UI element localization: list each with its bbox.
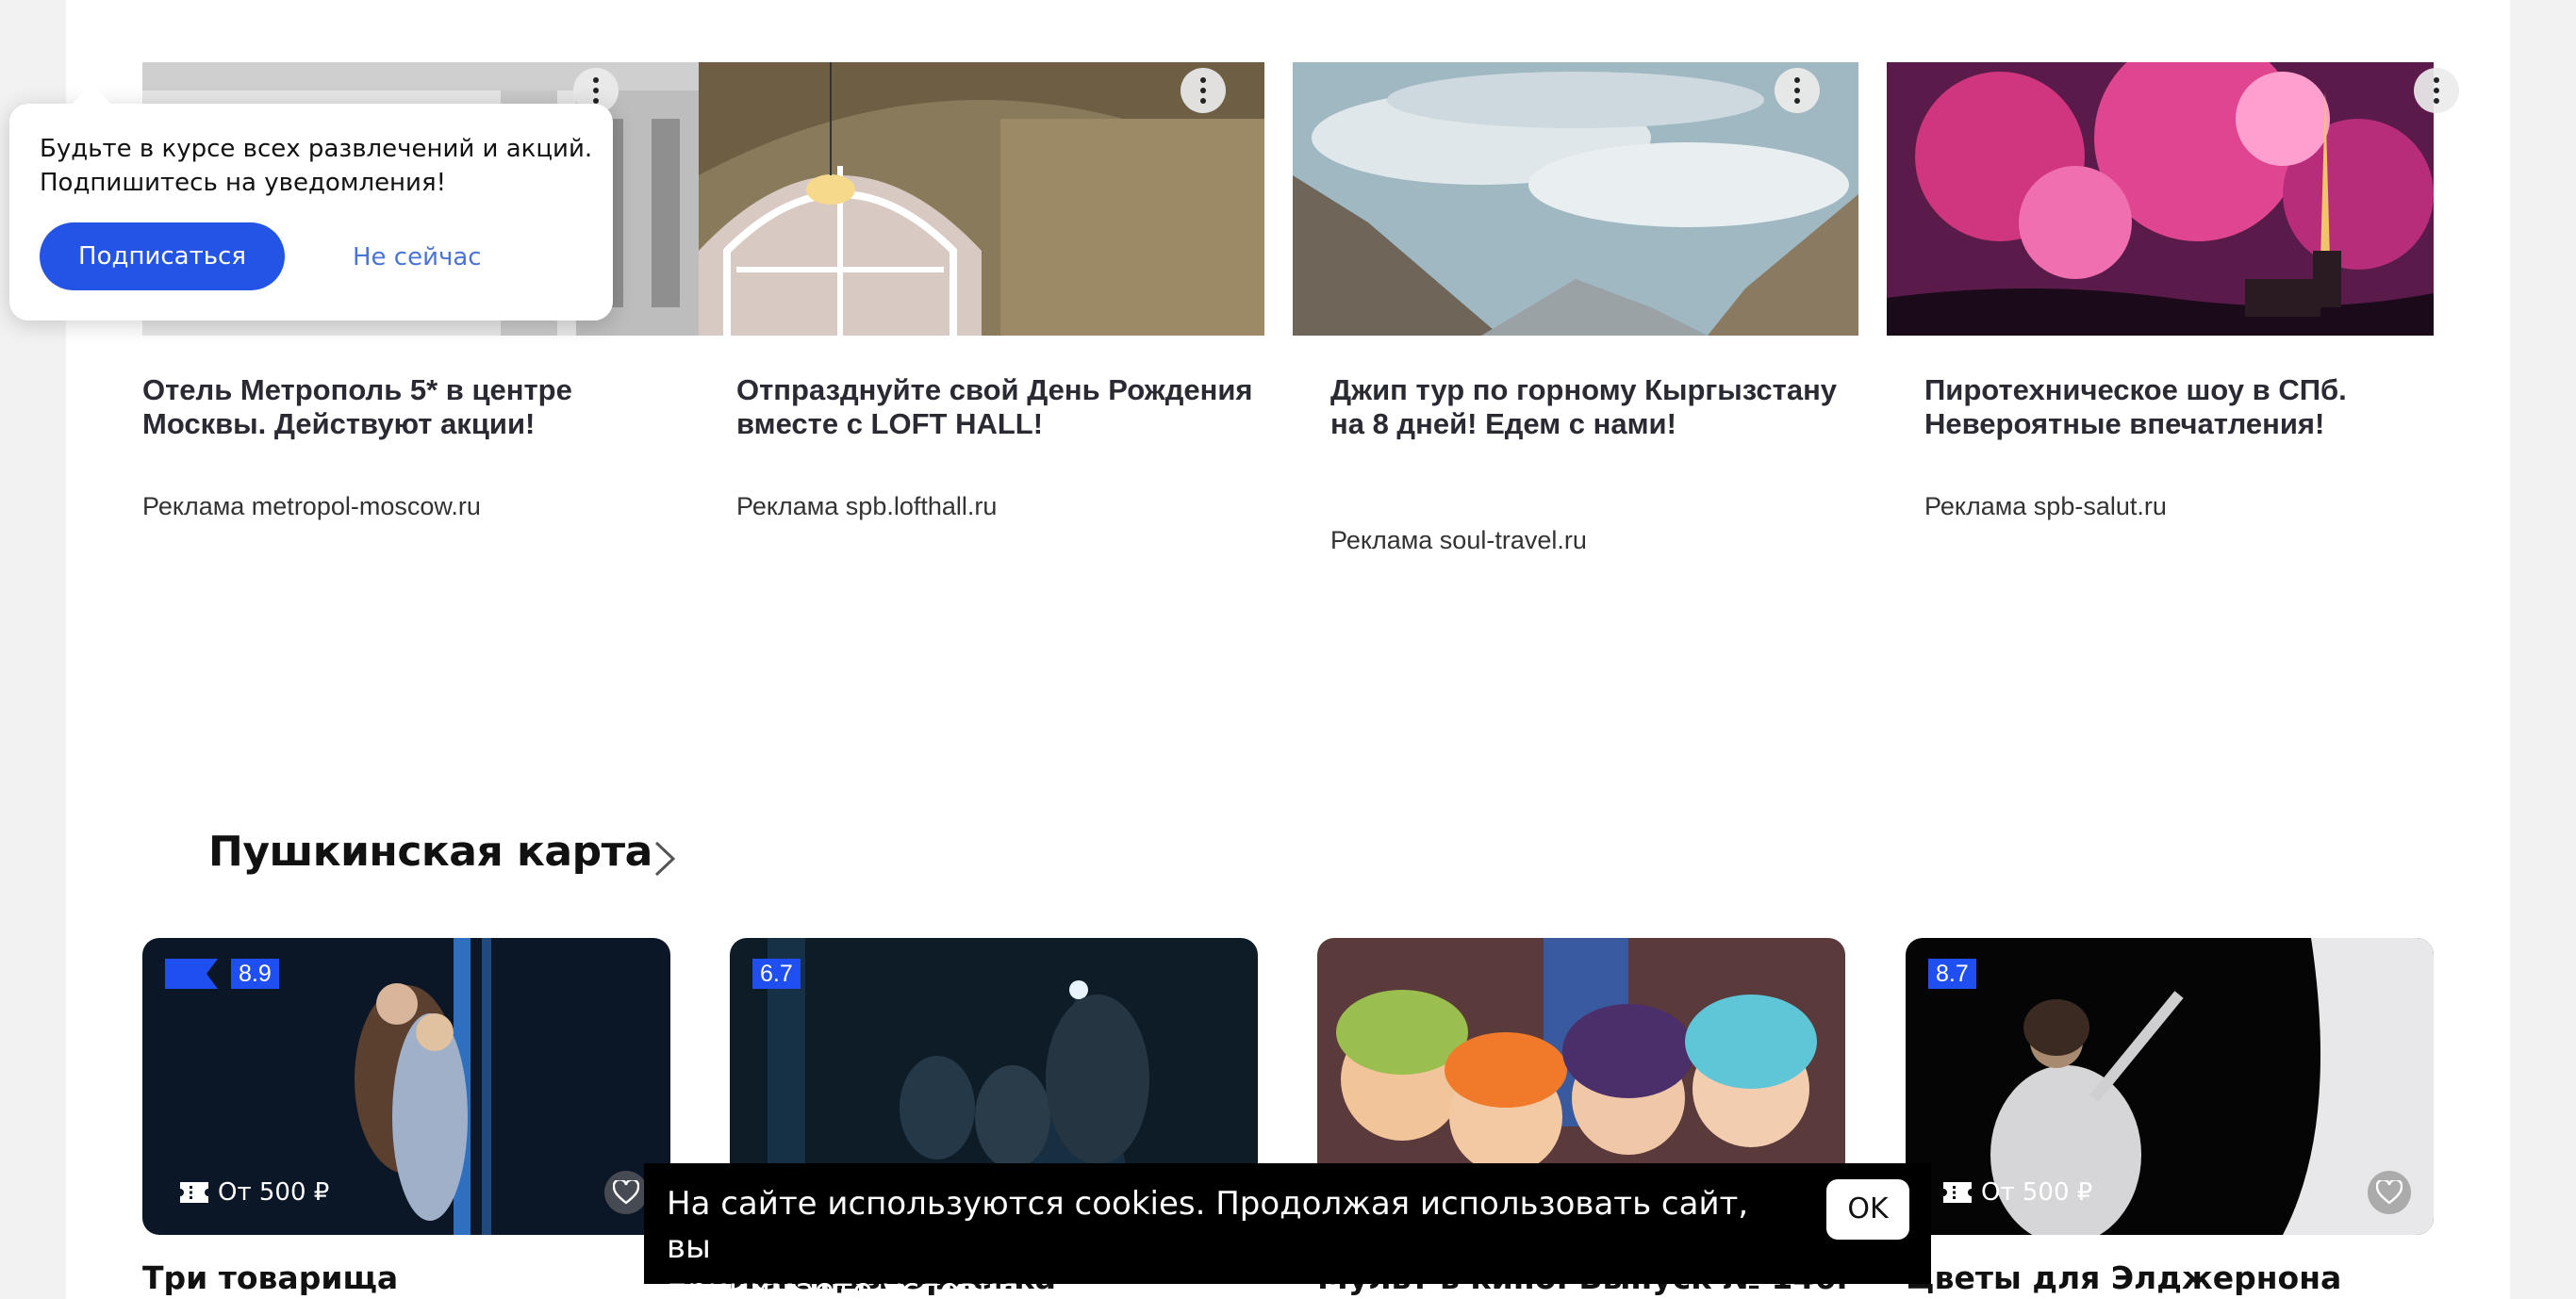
cookie-text: На сайте используются cookies. Продолжая…: [667, 1182, 1779, 1299]
notification-line: Подпишитесь на уведомления!: [40, 169, 447, 197]
favorite-button[interactable]: [2368, 1171, 2411, 1214]
rating-badge: 6.7: [752, 959, 801, 989]
cookie-text-line: принимаете: [667, 1272, 873, 1299]
heart-icon: [613, 1180, 639, 1205]
ticket-icon: [1943, 1182, 1972, 1203]
cookie-ok-button[interactable]: OK: [1826, 1179, 1909, 1240]
ad-title[interactable]: Пиротехническое шоу в СПб. Невероятные в…: [1924, 373, 2452, 441]
cookie-text-line: На сайте используются cookies. Продолжая…: [667, 1185, 1749, 1266]
event-card[interactable]: 8.9 От 500 ₽: [142, 938, 670, 1235]
notification-popup: Будьте в курсе всех развлечений и акций.…: [9, 83, 613, 321]
cookie-banner: На сайте используются cookies. Продолжая…: [644, 1163, 1931, 1299]
ad-source: Реклама spb.lofthall.ru: [736, 492, 998, 520]
section-title[interactable]: Пушкинская карта: [208, 828, 652, 876]
ad-source: Реклама metropol-moscow.ru: [142, 492, 481, 520]
price-text: От 500 ₽: [218, 1178, 330, 1207]
ad-source: Реклама soul-travel.ru: [1330, 526, 1587, 554]
terms-link[interactable]: условия: [883, 1272, 1018, 1299]
ad-title[interactable]: Отпразднуйте свой День Рождения вместе с…: [736, 373, 1264, 441]
ad-title[interactable]: Отель Метрополь 5* в центре Москвы. Дейс…: [142, 373, 670, 441]
notification-line: Будьте в курсе всех развлечений и акций.: [40, 135, 593, 163]
notification-text: Будьте в курсе всех развлечений и акций.…: [40, 132, 605, 200]
ticket-icon: [180, 1182, 208, 1203]
rating-badge: 8.7: [1928, 959, 1976, 989]
price-label: От 500 ₽: [180, 1178, 329, 1207]
price-label: От 500 ₽: [1943, 1178, 2092, 1207]
fireworks-image[interactable]: [1887, 62, 2434, 336]
price-text: От 500 ₽: [1981, 1178, 2093, 1207]
ad-source: Реклама spb-salut.ru: [1924, 492, 2167, 520]
event-card[interactable]: 8.7 От 500 ₽: [1906, 938, 2434, 1235]
more-vertical-icon[interactable]: [1181, 68, 1226, 113]
subscribe-button[interactable]: Подписаться: [40, 222, 285, 290]
chevron-right-icon[interactable]: [651, 839, 679, 879]
not-now-button[interactable]: Не сейчас: [353, 243, 482, 271]
rating-badge: 8.9: [231, 959, 279, 989]
heart-icon: [2376, 1180, 2403, 1205]
mountains-image[interactable]: [1293, 62, 1858, 336]
flag-icon: [165, 959, 218, 989]
more-vertical-icon[interactable]: [2414, 68, 2459, 113]
event-title[interactable]: Три товарища: [142, 1259, 398, 1296]
more-vertical-icon[interactable]: [1775, 68, 1820, 113]
loft-hall-image[interactable]: [699, 62, 1264, 336]
ad-title[interactable]: Джип тур по горному Кыргызстану на 8 дне…: [1330, 373, 1858, 441]
event-title[interactable]: Цветы для Элджернона: [1906, 1259, 2341, 1296]
favorite-button[interactable]: [604, 1171, 648, 1214]
